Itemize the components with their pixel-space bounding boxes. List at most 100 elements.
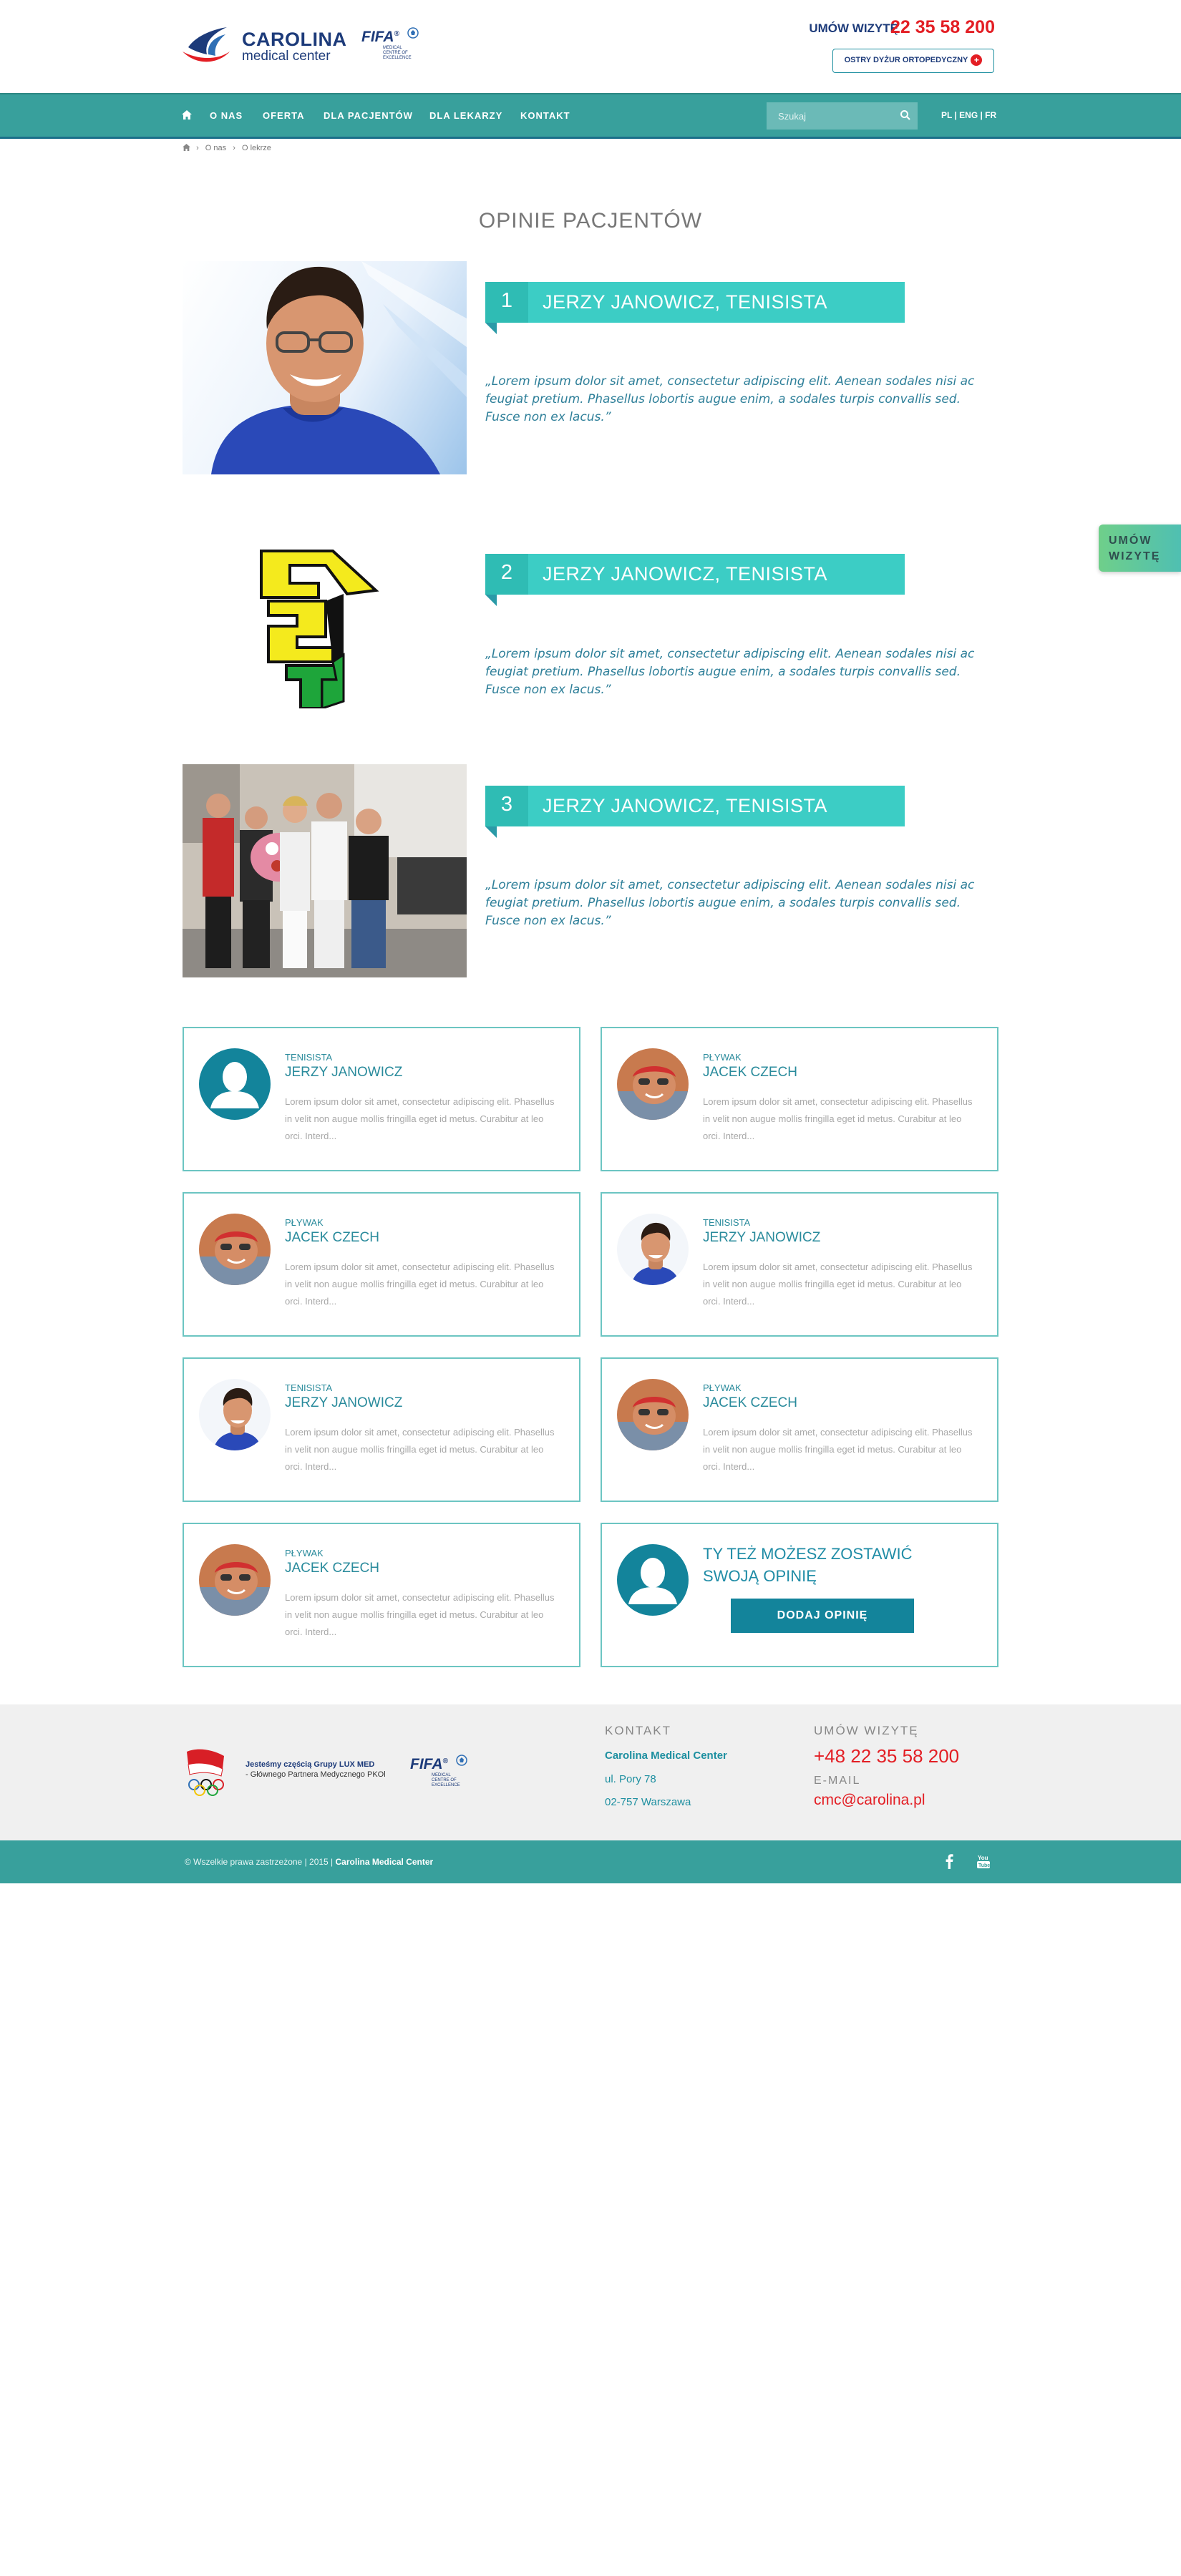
olympic-team-logo [187,1749,224,1796]
testimonial-header: 2 JERZY JANOWICZ, TENISISTA [485,554,905,595]
card-name: JERZY JANOWICZ [285,1065,403,1080]
site-header: CAROLINA medical center FIFA® MEDICAL CE… [0,0,1181,93]
carolina-swoosh-icon [183,27,230,62]
home-icon[interactable] [182,110,192,119]
testimonial-photo [183,261,467,474]
card-role: TENISISTA [703,1217,751,1228]
logo-subtitle: medical center [242,49,331,64]
testimonial-quote: „Lorem ipsum dolor sit amet, consectetur… [485,878,975,928]
search-input[interactable] [767,102,888,130]
breadcrumb-separator: › [233,144,235,152]
breadcrumb-home-icon[interactable] [183,144,190,151]
avatar [199,1048,271,1120]
cta-title-line: TY TEŻ MOŻESZ ZOSTAWIĆ [703,1545,913,1563]
avatar [617,1544,689,1616]
card-name: JERZY JANOWICZ [285,1395,403,1410]
card-text: Lorem ipsum dolor sit amet, consectetur … [285,1592,555,1637]
appointment-heading: UMÓW WIZYTĘ [814,1724,919,1737]
fifa-word: FIFA [361,29,394,45]
opinion-card[interactable]: PŁYWAK JACEK CZECH Lorem ipsum dolor sit… [183,1523,580,1667]
footer-phone[interactable]: +48 22 35 58 200 [814,1745,959,1767]
group-line: - Głównego Partnera Medycznego PKOl [246,1770,386,1779]
football-icon [456,1755,467,1766]
group-line: Jesteśmy częścią Grupy LUX MED [246,1760,386,1770]
swimmer-photo [617,1379,689,1450]
avatar [617,1379,689,1450]
tennis-player-photo [211,261,467,474]
breadcrumb: › O nas › O lekrze [183,144,276,152]
nav-item-kontakt[interactable]: KONTAKT [520,110,570,121]
facebook-icon[interactable] [945,1853,953,1869]
card-role: PŁYWAK [285,1217,324,1228]
opinion-card[interactable]: TENISISTA JERZY JANOWICZ Lorem ipsum dol… [183,1027,580,1171]
testimonial-quote: „Lorem ipsum dolor sit amet, consectetur… [485,647,975,697]
fifa-subtitle: MEDICAL CENTRE OF EXCELLENCE [432,1773,460,1787]
card-role: PŁYWAK [285,1548,324,1558]
group-info: Jesteśmy częścią Grupy LUX MED - Główneg… [246,1760,386,1780]
nav-item-oferta[interactable]: OFERTA [263,110,304,121]
user-placeholder-icon [628,1558,677,1604]
opinion-card[interactable]: PŁYWAK JACEK CZECH Lorem ipsum dolor sit… [183,1192,580,1337]
tennis-player-photo [213,1387,262,1450]
header-phone[interactable]: 22 35 58 200 [890,17,995,38]
breadcrumb-item: O lekrze [241,144,271,152]
opinion-card[interactable]: PŁYWAK JACEK CZECH Lorem ipsum dolor sit… [601,1357,998,1502]
breadcrumb-separator: › [196,144,199,152]
football-icon [407,27,419,39]
cta-title-line: SWOJĄ OPINIĘ [703,1567,817,1585]
testimonial-photo [183,522,467,736]
add-opinion-button[interactable]: DODAJ OPINIĘ [731,1599,914,1633]
card-name: JACEK CZECH [703,1065,797,1080]
avatar [199,1379,271,1450]
badge-tail [485,323,497,334]
site-footer: Jesteśmy częścią Grupy LUX MED - Główneg… [0,1704,1181,1840]
testimonial-number: 1 [485,282,528,323]
appointment-label[interactable]: UMÓW WIZYTĘ [809,21,898,36]
card-text: Lorem ipsum dolor sit amet, consectetur … [703,1262,973,1307]
group-photo [183,764,467,977]
footer-email[interactable]: cmc@carolina.pl [814,1792,925,1809]
gks-club-logo [260,550,379,711]
address-street: ul. Pory 78 [605,1773,656,1785]
copyright-bar: © Wszelkie prawa zastrzeżone | 2015 | Ca… [0,1840,1181,1883]
opinion-card[interactable]: TENISISTA JERZY JANOWICZ Lorem ipsum dol… [183,1357,580,1502]
logo-name: CAROLINA [242,29,347,50]
search-icon[interactable] [900,109,911,121]
nav-item-o-nas[interactable]: O NAS [210,110,243,121]
card-text: Lorem ipsum dolor sit amet, consectetur … [285,1096,555,1141]
youtube-icon[interactable]: You Tube [976,1853,991,1869]
card-role: PŁYWAK [703,1052,742,1063]
tennis-player-photo [631,1222,680,1285]
avatar [617,1214,689,1285]
nav-item-dla-lekarzy[interactable]: DLA LEKARZY [429,110,502,121]
red-cross-icon: + [971,54,983,67]
emergency-button[interactable]: OSTRY DYŻUR ORTOPEDYCZNY + [832,49,994,73]
badge-tail [485,826,497,838]
swimmer-photo [199,1544,271,1616]
testimonial-number: 3 [485,786,528,826]
add-opinion-card: TY TEŻ MOŻESZ ZOSTAWIĆ SWOJĄ OPINIĘ DODA… [601,1523,998,1667]
opinion-card[interactable]: PŁYWAK JACEK CZECH Lorem ipsum dolor sit… [601,1027,998,1171]
company-name: Carolina Medical Center [605,1750,727,1762]
address-city: 02-757 Warszawa [605,1796,691,1808]
card-role: TENISISTA [285,1382,333,1393]
avatar [199,1214,271,1285]
avatar [199,1544,271,1616]
carolina-logo[interactable]: CAROLINA medical center [183,20,346,70]
emergency-label: OSTRY DYŻUR ORTOPEDYCZNY [844,56,968,64]
user-placeholder-icon [210,1062,259,1108]
card-text: Lorem ipsum dolor sit amet, consectetur … [285,1427,555,1472]
nav-item-dla-pacjentow[interactable]: DLA PACJENTÓW [324,110,413,121]
testimonial-number: 2 [485,554,528,595]
opinion-card[interactable]: TENISISTA JERZY JANOWICZ Lorem ipsum dol… [601,1192,998,1337]
swimmer-photo [199,1214,271,1285]
page-title: OPINIE PACJENTÓW [478,209,703,233]
badge-tail [485,595,497,606]
testimonial-photo [183,764,467,977]
fifa-logo: FIFA® MEDICAL CENTRE OF EXCELLENCE [361,26,419,65]
card-role: PŁYWAK [703,1382,742,1393]
breadcrumb-item[interactable]: O nas [205,144,226,152]
appointment-side-tab[interactable]: UMÓW WIZYTĘ [1099,525,1181,572]
language-switcher[interactable]: PL | ENG | FR [941,110,996,120]
card-text: Lorem ipsum dolor sit amet, consectetur … [285,1262,555,1307]
